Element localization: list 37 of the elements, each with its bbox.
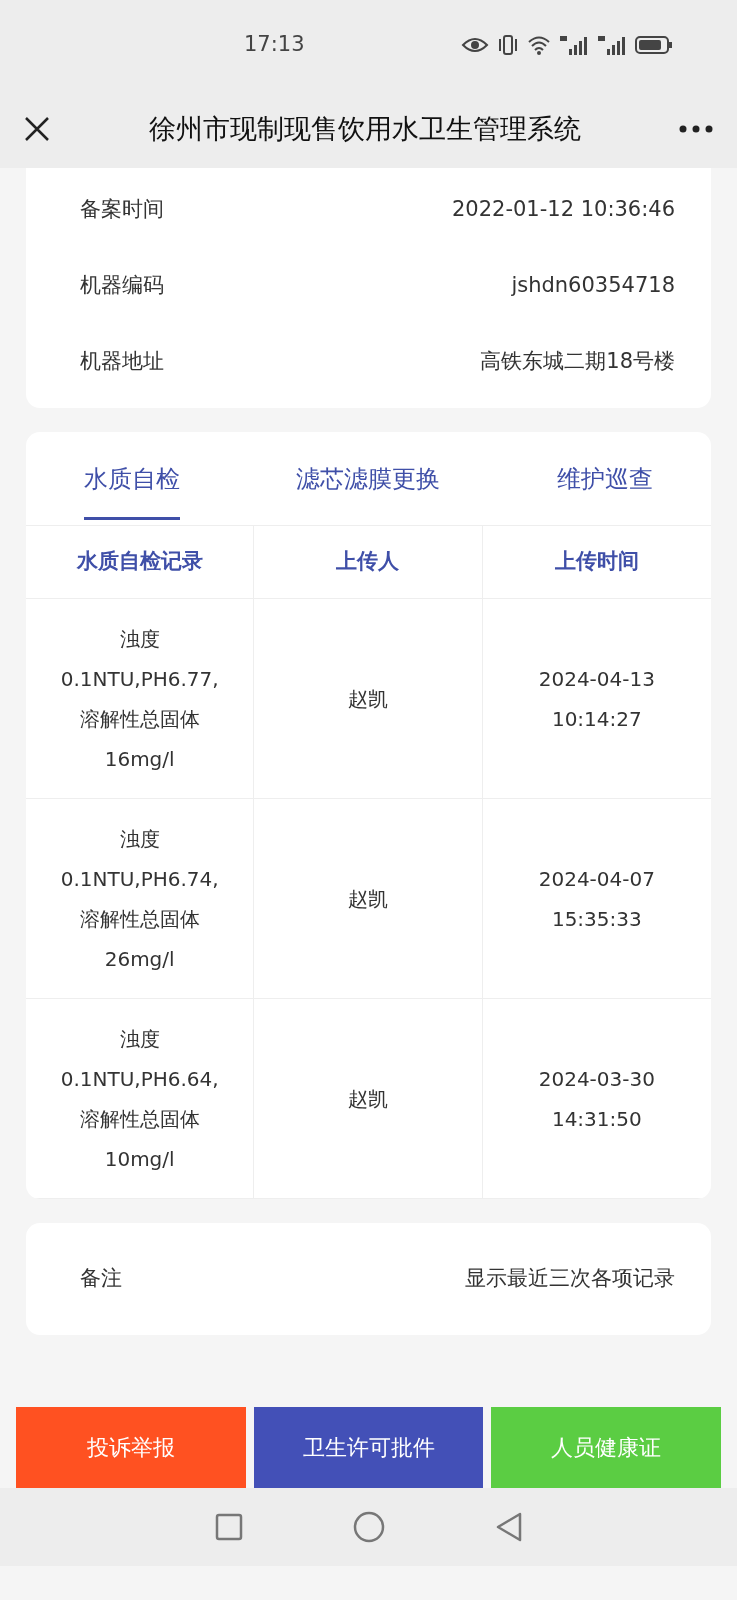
table-cell: 2024-04-13 10:14:27 [482, 599, 711, 799]
more-icon[interactable] [679, 125, 713, 133]
back-icon[interactable] [494, 1512, 523, 1542]
tab[interactable]: 水质自检 [84, 432, 181, 526]
signal-icon [597, 34, 627, 56]
column-header: 上传时间 [482, 526, 711, 599]
remark-value: 显示最近三次各项记录 [465, 1265, 675, 1293]
info-label: 备案时间 [80, 196, 164, 224]
page-title: 徐州市现制现售饮用水卫生管理系统 [148, 111, 581, 146]
table-cell: 2024-04-07 15:35:33 [482, 799, 711, 999]
table-cell: 浊度 0.1NTU,PH6.77, 溶解性总固体 16mg/l [26, 599, 255, 799]
table-cell: 2024-03-30 14:31:50 [482, 999, 711, 1199]
vibrate-icon [497, 34, 519, 56]
tab[interactable]: 维护巡查 [556, 432, 653, 526]
eye-icon [461, 36, 489, 54]
info-value: 2022-01-12 10:36:46 [451, 196, 675, 224]
table-cell: 赵凯 [254, 599, 483, 799]
close-icon[interactable] [24, 116, 50, 142]
table-cell: 浊度 0.1NTU,PH6.74, 溶解性总固体 26mg/l [26, 799, 255, 999]
table-cell: 赵凯 [254, 799, 483, 999]
info-label: 机器编码 [80, 272, 164, 300]
column-header: 上传人 [254, 526, 483, 599]
column-header: 水质自检记录 [26, 526, 255, 599]
wifi-icon [527, 35, 551, 55]
table-cell: 赵凯 [254, 999, 483, 1199]
signal-icon [559, 34, 589, 56]
info-label: 机器地址 [80, 348, 164, 376]
home-icon[interactable] [352, 1511, 385, 1543]
recent-apps-icon[interactable] [214, 1513, 243, 1541]
table-cell: 浊度 0.1NTU,PH6.64, 溶解性总固体 10mg/l [26, 999, 255, 1199]
action-button[interactable]: 卫生许可批件 [253, 1407, 484, 1488]
remark-label: 备注 [80, 1265, 122, 1293]
battery-icon [635, 35, 673, 55]
tab[interactable]: 滤芯滤膜更换 [296, 432, 441, 526]
info-value: jshdn60354718 [511, 272, 675, 300]
status-time: 17:13 [244, 31, 305, 59]
info-value: 高铁东城二期18号楼 [480, 348, 675, 376]
